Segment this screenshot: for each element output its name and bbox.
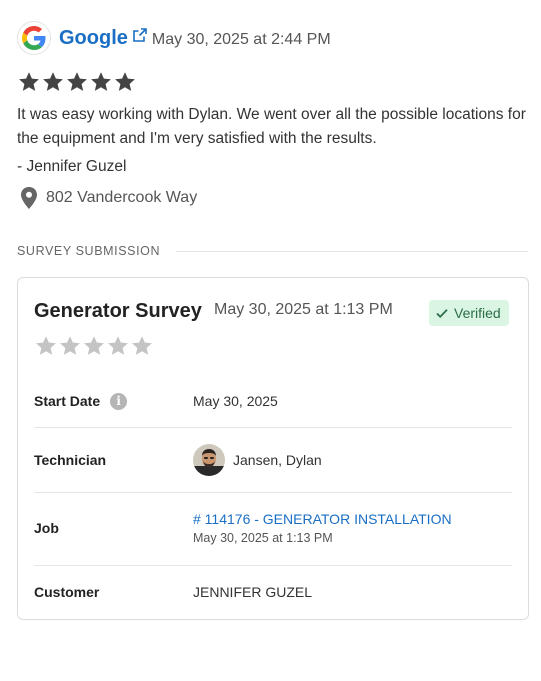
start-date-label: Start Date [34,393,101,409]
reviewer-name: - Jennifer Guzel [17,158,127,175]
google-source-link[interactable]: Google [59,27,147,50]
technician-label: Technician [34,452,107,468]
survey-rating-stars [34,334,154,358]
customer-value: JENNIFER GUZEL [193,584,313,600]
job-date: May 30, 2025 at 1:13 PM [193,531,333,545]
star-icon [91,72,111,91]
technician-value: Jansen, Dylan [193,444,322,476]
review-date: May 30, 2025 at 2:44 PM [151,31,331,48]
row-divider [34,427,512,428]
google-logo-icon [17,21,51,55]
customer-row: Customer JENNIFER GUZEL [34,580,512,604]
customer-label: Customer [34,584,100,600]
survey-card: Generator Survey May 30, 2025 at 1:13 PM… [17,277,529,620]
info-icon[interactable]: i [110,392,128,410]
star-icon [84,336,104,355]
review-header: Google May 30, 2025 at 2:44 PM [17,20,331,56]
technician-name: Jansen, Dylan [233,452,322,468]
row-divider [34,492,512,493]
external-link-icon[interactable] [133,28,147,42]
row-divider [34,565,512,566]
start-date-row: Start Date i May 30, 2025 [34,388,512,414]
star-icon [43,72,63,91]
star-icon [19,72,39,91]
star-icon [132,336,152,355]
review-rating-stars [17,70,137,94]
section-title: SURVEY SUBMISSION [17,244,161,258]
survey-title: Generator Survey [34,300,202,322]
survey-date: May 30, 2025 at 1:13 PM [214,301,393,318]
job-label: Job [34,520,59,536]
section-divider [176,250,528,252]
technician-row: Technician Jansen, Dylan [34,443,512,477]
verified-badge: Verified [429,300,509,326]
review-address: 802 Vandercook Way [20,187,197,209]
job-link[interactable]: # 114176 - GENERATOR INSTALLATION [193,511,452,527]
star-icon [115,72,135,91]
job-value: # 114176 - GENERATOR INSTALLATION May 30… [193,511,452,545]
verified-label: Verified [454,305,501,321]
checkmark-icon [436,309,448,318]
source-label[interactable]: Google [59,27,128,50]
avatar-icon [193,444,225,476]
star-icon [67,72,87,91]
star-icon [60,336,80,355]
review-text: It was easy working with Dylan. We went … [17,106,526,147]
job-row: Job # 114176 - GENERATOR INSTALLATION Ma… [34,508,512,548]
star-icon [108,336,128,355]
address-text: 802 Vandercook Way [46,189,198,206]
start-date-value: May 30, 2025 [193,393,278,409]
survey-section-header: SURVEY SUBMISSION [17,244,528,258]
star-icon [36,336,56,355]
map-pin-icon [21,187,37,209]
